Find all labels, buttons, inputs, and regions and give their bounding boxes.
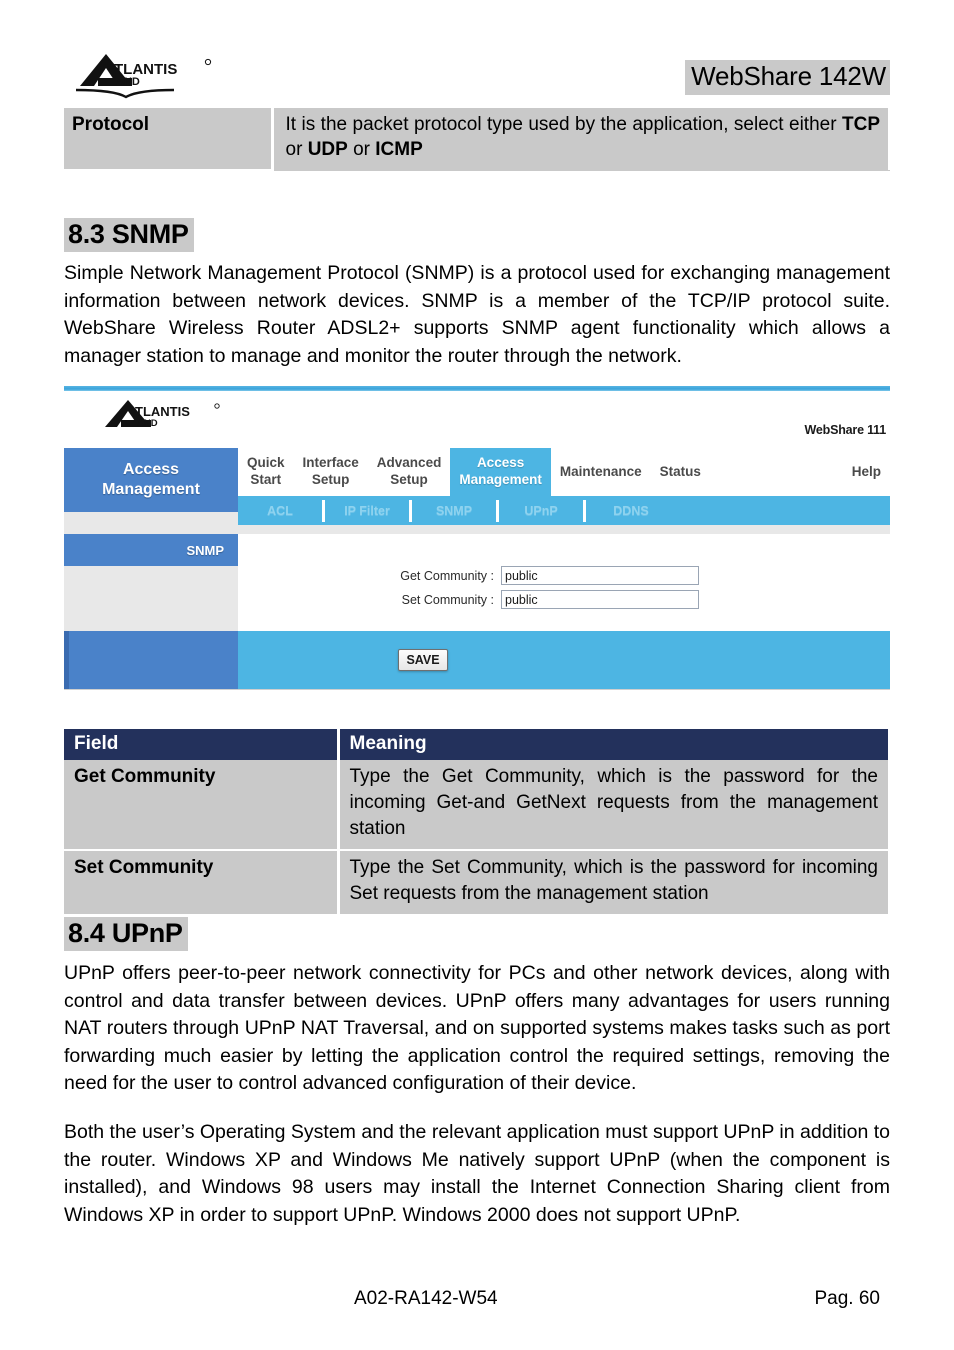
meaning-get-community: Type the Get Community, which is the pas… — [338, 760, 890, 852]
router-nav-access-management-line2: Management — [459, 472, 542, 487]
router-save-button[interactable]: SAVE — [398, 649, 448, 671]
router-main-nav: Quick Start Interface Setup Advanced Set… — [238, 448, 890, 496]
router-nav-maintenance-label: Maintenance — [559, 463, 642, 479]
protocol-or-1: or — [285, 139, 308, 161]
router-sidebar-filler — [64, 566, 238, 631]
router-nav-advanced-setup[interactable]: Advanced Setup — [368, 448, 451, 496]
section-heading-upnp: 8.4 UPnP — [64, 917, 188, 951]
router-get-community-label: Get Community : — [400, 568, 494, 583]
router-sidebar-title-line2: Management — [102, 481, 200, 498]
section-heading-snmp: 8.3 SNMP — [64, 218, 194, 252]
protocol-tcp: TCP — [842, 114, 880, 135]
router-nav-advanced-setup-line1: Advanced — [376, 455, 442, 471]
router-nav-maintenance[interactable]: Maintenance — [551, 448, 651, 496]
protocol-table: Protocol It is the packet protocol type … — [64, 108, 890, 172]
router-snmp-form: Get Community : Set Community : — [238, 534, 890, 631]
router-get-community-row: Get Community : — [383, 566, 699, 585]
table-header-row: Field Meaning — [64, 729, 890, 760]
router-form-footer: SAVE — [238, 631, 890, 689]
section-heading-upnp-text: 8.4 UPnP — [64, 917, 188, 951]
router-nav-access-management-line1: Access — [476, 455, 525, 471]
section-heading-snmp-text: 8.3 SNMP — [64, 218, 194, 252]
router-sidebar-title: Access Management — [64, 448, 238, 512]
router-nav-spacer — [710, 448, 843, 496]
router-nav-interface-setup[interactable]: Interface Setup — [294, 448, 368, 496]
page-footer: A02-RA142-W54 Pag. 60 — [64, 1288, 890, 1310]
svg-text:AND: AND — [137, 418, 158, 429]
router-nav-interface-setup-line2: Setup — [311, 472, 350, 487]
router-nav-quick-start[interactable]: Quick Start — [238, 448, 294, 496]
router-nav-help-label: Help — [851, 463, 881, 479]
page-header: TLANTIS AND WebShare 142W — [64, 44, 890, 106]
router-get-community-input[interactable] — [501, 566, 699, 585]
router-nav-status-label: Status — [659, 463, 701, 479]
router-set-community-input[interactable] — [501, 590, 699, 609]
router-subnav-upnp[interactable]: UPnP — [499, 504, 583, 518]
snmp-paragraph: Simple Network Management Protocol (SNMP… — [64, 262, 890, 367]
protocol-udp: UDP — [307, 139, 348, 161]
protocol-meaning-prefix: It is the packet protocol type used by t… — [285, 114, 842, 135]
field-set-community: Set Community — [64, 850, 340, 915]
router-sidebar-current-page: SNMP — [64, 534, 238, 566]
router-atlantis-logo: TLANTIS AND — [100, 397, 228, 439]
router-sidebar-gap — [64, 512, 238, 534]
svg-text:TLANTIS: TLANTIS — [135, 404, 190, 419]
router-sidebar-title-line1: Access — [122, 460, 180, 478]
protocol-meaning-cell: It is the packet protocol type used by t… — [272, 108, 890, 171]
router-subnav-ip-filter[interactable]: IP Filter — [325, 504, 409, 518]
router-nav-quick-start-line2: Start — [250, 472, 282, 487]
router-nav-quick-start-line1: Quick — [247, 455, 285, 471]
router-model-label: WebShare 111 — [804, 423, 887, 437]
protocol-field-label: Protocol — [64, 108, 274, 172]
router-nav-status[interactable]: Status — [651, 448, 710, 496]
upnp-paragraph-1: UPnP offers peer-to-peer network connect… — [64, 962, 890, 1094]
field-get-community: Get Community — [64, 760, 340, 852]
table-row: Protocol It is the packet protocol type … — [64, 108, 890, 172]
protocol-icmp: ICMP — [375, 139, 423, 161]
footer-page-number: Pag. 60 — [814, 1288, 881, 1309]
router-set-community-row: Set Community : — [383, 590, 699, 609]
router-nav-access-management[interactable]: Access Management — [450, 448, 551, 496]
table-row: Set Community Type the Set Community, wh… — [64, 850, 890, 915]
router-content-top-strip — [238, 525, 890, 534]
upnp-paragraph-2: Both the user’s Operating System and the… — [64, 1121, 890, 1226]
svg-text:AND: AND — [116, 76, 140, 88]
field-meaning-table: Field Meaning Get Community Type the Get… — [64, 729, 890, 915]
router-ui-screenshot: TLANTIS AND WebShare 111 Access Manageme… — [64, 386, 890, 698]
table-header-field: Field — [64, 729, 340, 760]
table-row: Get Community Type the Get Community, wh… — [64, 760, 890, 852]
atlantis-land-logo: TLANTIS AND — [74, 52, 224, 100]
router-nav-help[interactable]: Help — [843, 448, 890, 496]
document-title: WebShare 142W — [685, 60, 890, 95]
router-nav-advanced-setup-line2: Setup — [390, 472, 428, 487]
router-brand-bar: TLANTIS AND WebShare 111 — [64, 391, 890, 448]
router-set-community-label: Set Community : — [401, 592, 494, 607]
router-bottom-edge — [64, 689, 890, 698]
router-sidebar-footer-block — [64, 631, 238, 689]
router-subnav-ddns[interactable]: DDNS — [586, 504, 676, 518]
router-subnav-snmp[interactable]: SNMP — [412, 504, 496, 518]
meaning-set-community: Type the Set Community, which is the pas… — [338, 850, 890, 915]
router-subnav-acl[interactable]: ACL — [238, 504, 322, 518]
router-nav-interface-setup-line1: Interface — [302, 455, 359, 471]
table-header-meaning: Meaning — [338, 729, 890, 760]
router-sidebar-footer-edge — [64, 631, 69, 689]
footer-document-code: A02-RA142-W54 — [354, 1288, 498, 1309]
router-sub-nav: ACL IP Filter SNMP UPnP DDNS — [238, 496, 890, 525]
protocol-or-2: or — [347, 139, 376, 161]
